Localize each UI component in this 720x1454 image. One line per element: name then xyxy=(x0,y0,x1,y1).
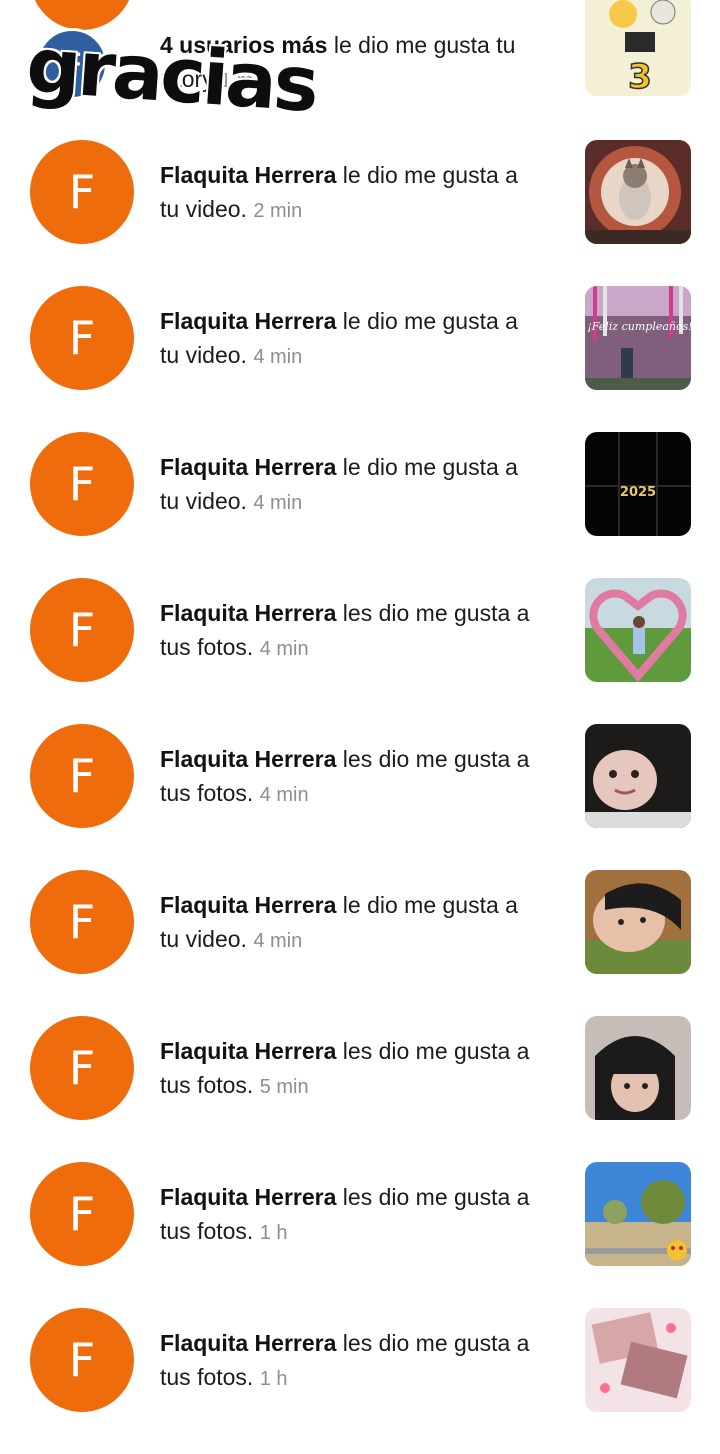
notification-text: Flaquita Herrera le dio me gusta a tu vi… xyxy=(160,304,570,374)
notification-row[interactable]: F Flaquita Herrera les dio me gusta a tu… xyxy=(0,1162,720,1308)
avatar[interactable]: F xyxy=(30,1162,134,1266)
notification-object: tu video. xyxy=(160,926,247,952)
notification-object: tus fotos. xyxy=(160,634,254,660)
notification-time: 4 min xyxy=(253,930,303,952)
notification-user-name[interactable]: Flaquita Herrera xyxy=(160,600,336,626)
cat-photo-thumbnail[interactable] xyxy=(585,140,691,244)
notification-text: Flaquita Herrera les dio me gusta a tus … xyxy=(160,1180,570,1250)
notification-object: tus fotos. xyxy=(160,1364,254,1390)
notification-time: 4 min xyxy=(259,638,309,660)
notification-row[interactable]: F Flaquita Herrera le dio me gusta a tu … xyxy=(0,286,720,432)
avatar[interactable]: F xyxy=(30,1016,134,1120)
notification-action: le dio me gusta a xyxy=(336,162,518,188)
notification-action: le dio me gusta a xyxy=(336,892,518,918)
notification-user-name[interactable]: Flaquita Herrera xyxy=(160,1038,336,1064)
notification-object: tu video. xyxy=(160,196,247,222)
notification-action: les dio me gusta a xyxy=(336,746,530,772)
notification-text: Flaquita Herrera les dio me gusta a tus … xyxy=(160,596,570,666)
notification-row[interactable]: F Flaquita Herrera les dio me gusta a tu… xyxy=(0,578,720,724)
avatar[interactable]: F xyxy=(30,724,134,828)
notification-action: les dio me gusta a xyxy=(336,600,530,626)
avatar[interactable]: F xyxy=(30,140,134,244)
landscape-thumbnail[interactable] xyxy=(585,1162,691,1266)
feliz-cumpleanos-thumbnail[interactable]: ¡Feliz cumpleaños! xyxy=(585,286,691,390)
notification-time: 5 min xyxy=(259,1076,309,1098)
notification-text: Flaquita Herrera le dio me gusta a tu vi… xyxy=(160,888,570,958)
notification-time: 4 min xyxy=(253,492,303,514)
notification-row[interactable]: F Flaquita Herrera le dio me gusta a tu … xyxy=(0,140,720,286)
notification-user-name[interactable]: Flaquita Herrera xyxy=(160,454,336,480)
notification-action: le dio me gusta a xyxy=(336,454,518,480)
year-2025-thumbnail[interactable]: 2025 xyxy=(585,432,691,536)
notification-action: le dio me gusta a xyxy=(336,308,518,334)
avatar[interactable]: F xyxy=(30,1308,134,1412)
avatar[interactable]: F xyxy=(30,432,134,536)
notification-list: F 4 usuarios más le dio me gusta tu Stor… xyxy=(0,0,720,1412)
notification-text: Flaquita Herrera le dio me gusta a tu vi… xyxy=(160,450,570,520)
notification-text: Flaquita Herrera les dio me gusta a tus … xyxy=(160,742,570,812)
avatar[interactable]: F xyxy=(30,578,134,682)
notification-action: le dio me gusta tu xyxy=(327,32,516,58)
selfie-thumbnail[interactable] xyxy=(585,870,691,974)
notification-text: Flaquita Herrera les dio me gusta a tus … xyxy=(160,1034,570,1104)
notification-time: 1 h xyxy=(259,1222,288,1244)
notification-row[interactable]: F Flaquita Herrera les dio me gusta a tu… xyxy=(0,1308,720,1454)
notification-time: 2 min xyxy=(253,200,303,222)
notification-action: les dio me gusta a xyxy=(336,1038,530,1064)
notification-row[interactable]: F Flaquita Herrera les dio me gusta a tu… xyxy=(0,1016,720,1162)
notification-user-name[interactable]: Flaquita Herrera xyxy=(160,746,336,772)
notification-text: Flaquita Herrera le dio me gusta a tu vi… xyxy=(160,158,570,228)
notification-user-name[interactable]: Flaquita Herrera xyxy=(160,892,336,918)
svg-text:3: 3 xyxy=(628,57,652,96)
notification-time: 1 h xyxy=(259,1368,288,1390)
notification-user-name[interactable]: Flaquita Herrera xyxy=(160,162,336,188)
avatar[interactable]: F xyxy=(30,870,134,974)
notification-user-name[interactable]: Flaquita Herrera xyxy=(160,1330,336,1356)
notification-row[interactable]: F Flaquita Herrera les dio me gusta a tu… xyxy=(0,724,720,870)
notification-row[interactable]: F Flaquita Herrera le dio me gusta a tu … xyxy=(0,870,720,1016)
girl-portrait-thumbnail[interactable] xyxy=(585,1016,691,1120)
notification-row[interactable]: F Flaquita Herrera le dio me gusta a tu … xyxy=(0,432,720,578)
garden-heart-arch-thumbnail[interactable] xyxy=(585,578,691,682)
avatar[interactable]: F xyxy=(30,286,134,390)
notification-object: tu video. xyxy=(160,488,247,514)
baby-photo-thumbnail[interactable] xyxy=(585,724,691,828)
notification-time: 4 min xyxy=(253,346,303,368)
notification-object: tu video. xyxy=(160,342,247,368)
notification-object: tus fotos. xyxy=(160,1072,254,1098)
notification-user-name[interactable]: Flaquita Herrera xyxy=(160,1184,336,1210)
notification-user-name[interactable]: Flaquita Herrera xyxy=(160,308,336,334)
notification-object: tus fotos. xyxy=(160,780,254,806)
story-sticker-thumbnail[interactable]: 3 xyxy=(585,0,691,96)
thumbnail-caption: 2025 xyxy=(620,485,656,500)
notification-action: les dio me gusta a xyxy=(336,1184,530,1210)
notification-action: les dio me gusta a xyxy=(336,1330,530,1356)
notification-text: Flaquita Herrera les dio me gusta a tus … xyxy=(160,1326,570,1396)
notification-time: 4 min xyxy=(259,784,309,806)
thumbnail-caption: ¡Feliz cumpleaños! xyxy=(587,320,691,333)
notification-object: tus fotos. xyxy=(160,1218,254,1244)
collage-thumbnail[interactable] xyxy=(585,1308,691,1412)
